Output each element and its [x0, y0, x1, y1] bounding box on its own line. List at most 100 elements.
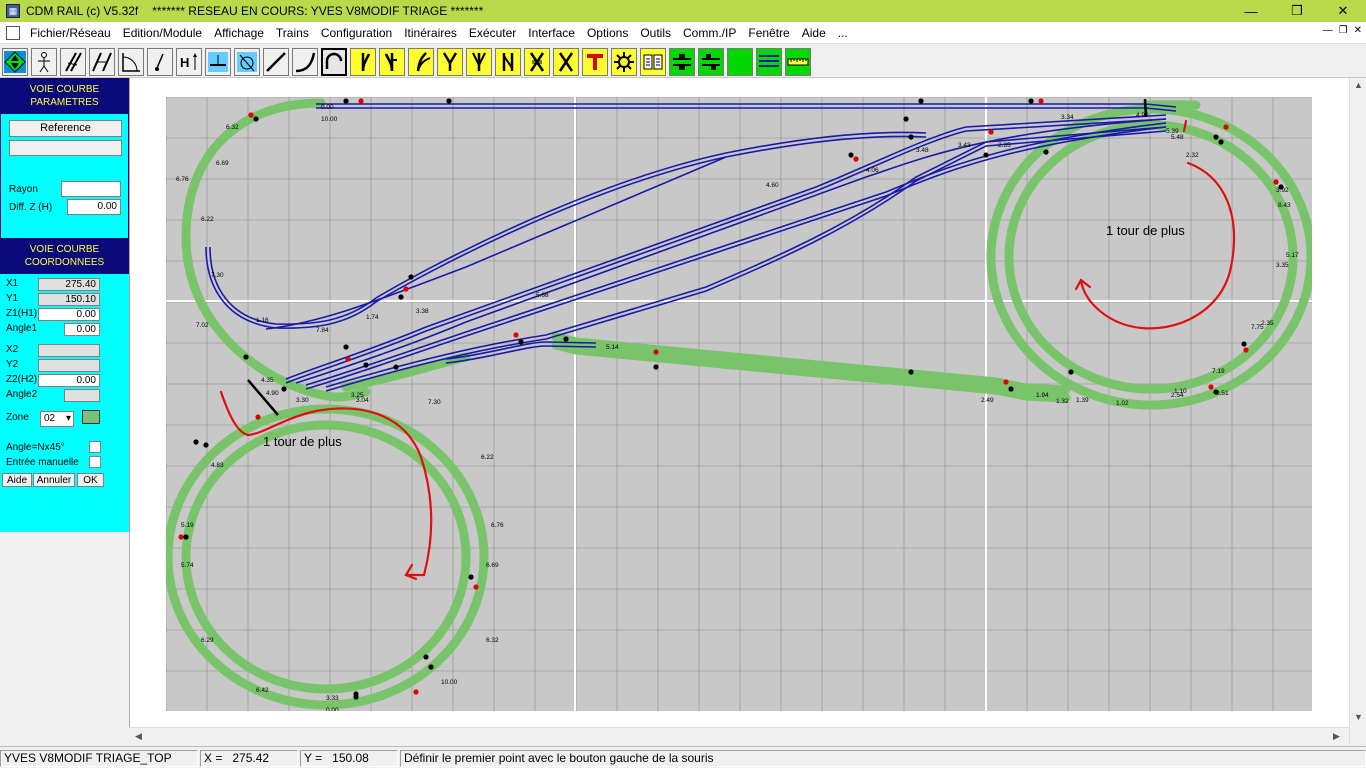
menu-options[interactable]: Options — [581, 26, 634, 40]
train-marker[interactable] — [446, 98, 452, 104]
aide-button[interactable]: Aide — [2, 473, 32, 487]
train-marker[interactable] — [563, 336, 569, 342]
scroll-up-icon[interactable]: ▲ — [1354, 80, 1363, 90]
curve-track-tool[interactable] — [292, 47, 318, 76]
double-slip-tool[interactable] — [495, 47, 521, 76]
menu-more[interactable]: ... — [832, 26, 854, 40]
reference-field[interactable] — [9, 140, 122, 156]
train-marker[interactable] — [353, 694, 359, 700]
train-marker[interactable] — [413, 689, 419, 695]
menu-fenetre[interactable]: Fenêtre — [742, 26, 795, 40]
y1-field[interactable]: 150.10 — [38, 293, 100, 306]
gear-tool[interactable] — [611, 47, 637, 76]
menu-trains[interactable]: Trains — [270, 26, 315, 40]
train-marker[interactable] — [1208, 384, 1214, 390]
train-marker[interactable] — [398, 294, 404, 300]
point-tool[interactable] — [147, 47, 173, 76]
train-marker[interactable] — [983, 152, 989, 158]
train-marker[interactable] — [343, 98, 349, 104]
turntable-tool[interactable] — [234, 47, 260, 76]
three-way-switch-tool[interactable] — [466, 47, 492, 76]
mdi-minimize-button[interactable]: — — [1323, 25, 1333, 36]
train-marker[interactable] — [1243, 347, 1249, 353]
menu-fichier[interactable]: Fichier/Réseau — [24, 26, 117, 40]
train-marker[interactable] — [918, 98, 924, 104]
train-marker[interactable] — [518, 339, 524, 345]
train-marker[interactable] — [1278, 184, 1284, 190]
angle-tool[interactable] — [118, 47, 144, 76]
diffz-field[interactable]: 0.00 — [67, 199, 121, 215]
switch-right-tool[interactable] — [379, 47, 405, 76]
train-marker[interactable] — [1218, 139, 1224, 145]
person-tool[interactable] — [31, 47, 57, 76]
train-marker[interactable] — [1038, 98, 1044, 104]
train-marker[interactable] — [903, 116, 909, 122]
train-marker[interactable] — [1008, 386, 1014, 392]
train-marker[interactable] — [345, 356, 351, 362]
crossing-tool[interactable] — [524, 47, 550, 76]
train-marker[interactable] — [848, 152, 854, 158]
train-marker[interactable] — [1273, 179, 1279, 185]
select-tool[interactable] — [2, 47, 28, 76]
train-marker[interactable] — [358, 98, 364, 104]
angle2-field[interactable] — [64, 389, 100, 402]
minimize-button[interactable]: — — [1228, 0, 1274, 22]
train-marker[interactable] — [193, 439, 199, 445]
mdi-close-button[interactable]: ✕ — [1354, 25, 1362, 36]
train-marker[interactable] — [468, 574, 474, 580]
horizontal-scrollbar[interactable]: ◀ ▶ — [129, 727, 1349, 744]
switch-left-tool[interactable] — [350, 47, 376, 76]
z1-field[interactable]: 0.00 — [38, 308, 100, 321]
train-marker[interactable] — [1043, 149, 1049, 155]
train-marker[interactable] — [1213, 389, 1219, 395]
train-marker[interactable] — [908, 134, 914, 140]
drawing-area[interactable]: 0.00 10.00 6.32 6.69 6.76 6.22 7.30 7.02 1.16 7.8… — [129, 78, 1349, 727]
train-marker[interactable] — [653, 364, 659, 370]
track-plan[interactable]: 0.00 10.00 6.32 6.69 6.76 6.22 7.30 7.02 1.16 7.8… — [166, 97, 1312, 711]
train-marker[interactable] — [653, 349, 659, 355]
level-tool[interactable] — [205, 47, 231, 76]
reference-button[interactable]: Reference — [9, 120, 122, 137]
train-marker[interactable] — [1028, 98, 1034, 104]
track-canvas[interactable]: 0.00 10.00 6.32 6.69 6.76 6.22 7.30 7.02 1.16 7.8… — [164, 95, 1314, 713]
close-button[interactable]: ✕ — [1320, 0, 1366, 22]
signal-tool[interactable] — [669, 47, 695, 76]
lines-tool[interactable] — [756, 47, 782, 76]
train-marker[interactable] — [243, 354, 249, 360]
menu-configuration[interactable]: Configuration — [315, 26, 398, 40]
train-marker[interactable] — [908, 369, 914, 375]
menu-interface[interactable]: Interface — [522, 26, 581, 40]
train-marker[interactable] — [343, 344, 349, 350]
book-tool[interactable] — [640, 47, 666, 76]
train-marker[interactable] — [183, 534, 189, 540]
train-marker[interactable] — [1003, 379, 1009, 385]
train-marker[interactable] — [403, 286, 409, 292]
train-marker[interactable] — [248, 112, 254, 118]
maximize-button[interactable]: ❐ — [1274, 0, 1320, 22]
tee-tool[interactable] — [582, 47, 608, 76]
annuler-button[interactable]: Annuler — [33, 473, 75, 487]
train-marker[interactable] — [408, 274, 414, 280]
angle1-field[interactable]: 0.00 — [64, 323, 100, 336]
rayon-field[interactable] — [61, 181, 121, 197]
menu-executer[interactable]: Exécuter — [463, 26, 522, 40]
train-marker[interactable] — [853, 156, 859, 162]
anglenx-checkbox[interactable] — [89, 441, 101, 453]
document-icon[interactable] — [6, 25, 20, 40]
ruler-tool[interactable] — [785, 47, 811, 76]
signal2-tool[interactable] — [698, 47, 724, 76]
green-tool[interactable] — [727, 47, 753, 76]
ok-button[interactable]: OK — [77, 473, 104, 487]
menu-outils[interactable]: Outils — [634, 26, 677, 40]
menu-aide[interactable]: Aide — [796, 26, 832, 40]
wye-switch-tool[interactable] — [437, 47, 463, 76]
menu-edition[interactable]: Edition/Module — [117, 26, 208, 40]
menu-itineraires[interactable]: Itinéraires — [398, 26, 463, 40]
z2-field[interactable]: 0.00 — [38, 374, 100, 387]
train-marker[interactable] — [1213, 134, 1219, 140]
cross-tool[interactable] — [553, 47, 579, 76]
menu-affichage[interactable]: Affichage — [208, 26, 270, 40]
mdi-restore-button[interactable]: ❐ — [1339, 25, 1348, 36]
train-marker[interactable] — [178, 534, 184, 540]
train-marker[interactable] — [428, 664, 434, 670]
